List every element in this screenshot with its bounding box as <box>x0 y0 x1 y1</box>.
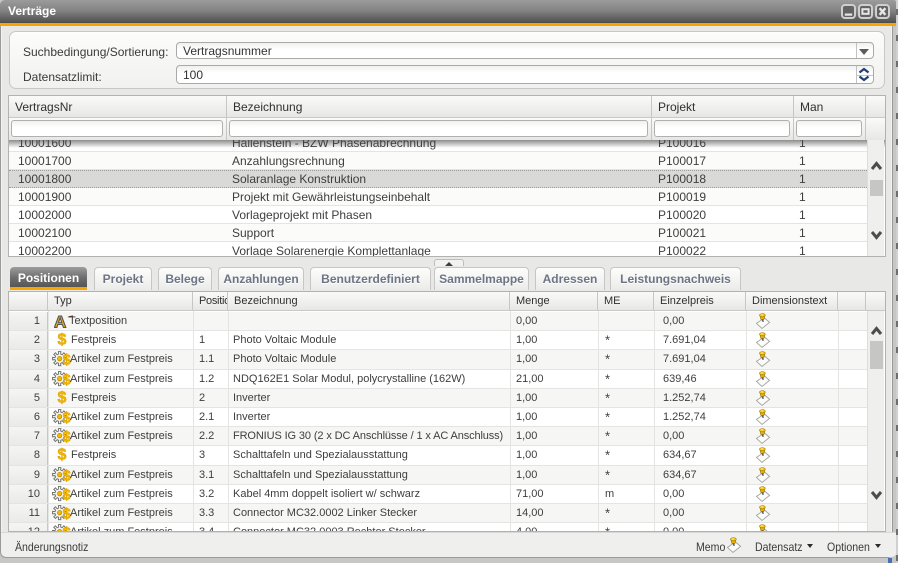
svg-text:A: A <box>54 313 66 330</box>
